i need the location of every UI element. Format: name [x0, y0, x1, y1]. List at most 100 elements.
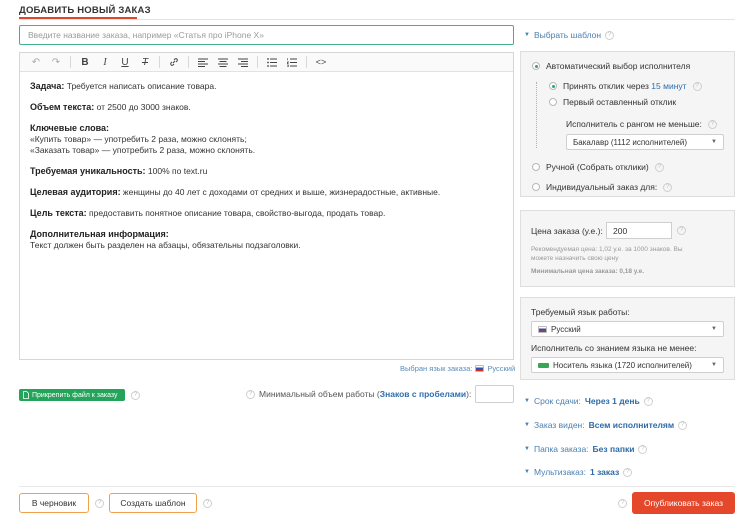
deadline-link[interactable]: ▼ Срок сдачи: Через 1 день ? [524, 396, 653, 406]
audience-label: Целевая аудитория: [30, 187, 121, 197]
russia-flag-icon [475, 365, 485, 372]
page-title: ДОБАВИТЬ НОВЫЙ ЗАКАЗ [19, 5, 151, 16]
min-volume-label: Минимальный объем работы (Знаков с пробе… [259, 389, 472, 399]
manual-option[interactable]: Ручной (Собрать отклики) ? [532, 162, 664, 172]
toolbar-divider [70, 56, 71, 68]
align-right-icon[interactable] [233, 54, 253, 71]
editor-content[interactable]: Задача: Требуется написать описание това… [30, 81, 505, 261]
min-volume-field: ? Минимальный объем работы (Знаков с про… [246, 389, 471, 399]
help-icon[interactable]: ? [678, 420, 688, 430]
attach-file-button[interactable]: Прикрепить файл к заказу [19, 389, 125, 401]
visibility-value: Всем исполнителям [588, 420, 675, 430]
numbered-list-icon[interactable] [282, 54, 302, 71]
help-icon[interactable]: ? [623, 467, 633, 477]
radio-button[interactable] [532, 163, 540, 171]
caret-down-icon: ▼ [524, 446, 530, 452]
keyword-line: «Заказать товар» — употребить 2 раза, мо… [30, 145, 256, 155]
keyword-line: «Купить товар» — употребить 2 раза, можн… [30, 134, 247, 144]
code-icon[interactable]: <> [311, 54, 331, 71]
price-hint: Рекомендуемая цена: 1,02 у.е. за 1000 зн… [531, 246, 683, 262]
help-icon[interactable]: ? [677, 226, 686, 235]
first-response-label: Первый оставленный отклик [563, 97, 677, 107]
manual-label: Ручной (Собрать отклики) [546, 162, 649, 172]
first-response-option[interactable]: Первый оставленный отклик [549, 97, 676, 107]
price-label: Цена заказа (у.е.): [531, 226, 603, 236]
accept-response-option[interactable]: Принять отклик через 15 минут ? [549, 81, 702, 91]
caret-down-icon: ▼ [524, 422, 530, 428]
folder-label: Папка заказа: [533, 444, 589, 454]
caret-down-icon: ▼ [524, 469, 530, 475]
rank-select[interactable]: Бакалавр (1112 исполнителей) ▼ [566, 134, 724, 150]
caret-down-icon: ▼ [524, 32, 530, 38]
price-input[interactable]: 200 [606, 222, 672, 239]
redo-icon[interactable]: ↷ [46, 54, 66, 71]
italic-icon[interactable]: I [95, 54, 115, 71]
file-icon [23, 391, 29, 399]
multi-order-label: Мультизаказ: [533, 467, 586, 477]
bold-icon[interactable]: B [75, 54, 95, 71]
auto-executor-label: Автоматический выбор исполнителя [546, 61, 691, 71]
chevron-down-icon: ▼ [711, 362, 717, 368]
min-volume-input[interactable] [475, 385, 514, 403]
visibility-link[interactable]: ▼ Заказ виден: Всем исполнителям ? [524, 420, 688, 430]
radio-button[interactable] [549, 98, 557, 106]
tree-connector [536, 82, 537, 148]
help-icon[interactable]: ? [246, 389, 255, 399]
volume-label: Объем текста: [30, 102, 95, 112]
level-badge-icon [538, 362, 549, 368]
language-select[interactable]: Русский ▼ [531, 321, 724, 337]
visibility-label: Заказ виден: [533, 420, 585, 430]
deadline-label: Срок сдачи: [533, 396, 581, 406]
radio-button[interactable] [532, 183, 540, 191]
choose-template-link[interactable]: ▼ Выбрать шаблон ? [524, 30, 615, 40]
individual-label: Индивидуальный заказ для: [546, 182, 658, 192]
folder-link[interactable]: ▼ Папка заказа: Без папки ? [524, 444, 648, 454]
help-icon[interactable]: ? [654, 162, 664, 172]
text-editor: ↶ ↷ B I U T <> Задача: Требуется написат… [19, 52, 514, 360]
multi-order-value: 1 заказ [589, 467, 620, 477]
save-draft-button[interactable]: В черновик [19, 493, 89, 513]
align-left-icon[interactable] [193, 54, 213, 71]
chars-with-spaces-link[interactable]: Знаков с пробелами [380, 389, 466, 399]
auto-executor-option[interactable]: Автоматический выбор исполнителя [532, 61, 690, 71]
multi-order-link[interactable]: ▼ Мультизаказ: 1 заказ ? [524, 467, 633, 477]
language-level-label: Исполнитель со знанием языка не менее: [531, 343, 697, 353]
help-icon[interactable]: ? [131, 391, 140, 400]
rank-label: Исполнитель с рангом не меньше: [566, 119, 702, 129]
audience-text: женщины до 40 лет с доходами от средних … [120, 187, 441, 197]
bullet-list-icon[interactable] [262, 54, 282, 71]
extra-info-text: Текст должен быть разделен на абзацы, об… [30, 240, 301, 250]
radio-button[interactable] [532, 62, 540, 70]
help-icon[interactable]: ? [692, 81, 702, 91]
divider [19, 19, 735, 20]
task-text: Требуется написать описание товара. [64, 81, 217, 91]
individual-option[interactable]: Индивидуальный заказ для: ? [532, 182, 673, 192]
help-icon[interactable]: ? [618, 499, 627, 508]
help-icon[interactable]: ? [638, 444, 648, 454]
extra-info-label: Дополнительная информация: [30, 229, 169, 239]
align-center-icon[interactable] [213, 54, 233, 71]
link-icon[interactable] [164, 54, 184, 71]
help-icon[interactable]: ? [95, 499, 104, 508]
order-title-input[interactable] [19, 25, 514, 45]
keywords-label: Ключевые слова: [30, 123, 110, 133]
russia-flag-icon [538, 325, 547, 333]
clear-format-icon[interactable]: T [135, 54, 155, 71]
rank-label-row: Исполнитель с рангом не меньше: ? [566, 119, 717, 129]
radio-button[interactable] [549, 82, 557, 90]
goal-label: Цель текста: [30, 208, 87, 218]
help-icon[interactable]: ? [605, 30, 615, 40]
help-icon[interactable]: ? [203, 499, 212, 508]
underline-icon[interactable]: U [115, 54, 135, 71]
language-label: Требуемый язык работы: [531, 307, 630, 317]
help-icon[interactable]: ? [707, 119, 717, 129]
order-language-label: Выбран язык заказа: [400, 364, 473, 373]
help-icon[interactable]: ? [643, 396, 653, 406]
uniqueness-text: 100% по text.ru [145, 166, 208, 176]
publish-order-button[interactable]: Опубликовать заказ [632, 492, 735, 514]
attach-file-label: Прикрепить файл к заказу [32, 391, 118, 399]
create-template-button[interactable]: Создать шаблон [109, 493, 197, 513]
undo-icon[interactable]: ↶ [26, 54, 46, 71]
help-icon[interactable]: ? [663, 182, 673, 192]
language-level-select[interactable]: Носитель языка (1720 исполнителей) ▼ [531, 357, 724, 373]
